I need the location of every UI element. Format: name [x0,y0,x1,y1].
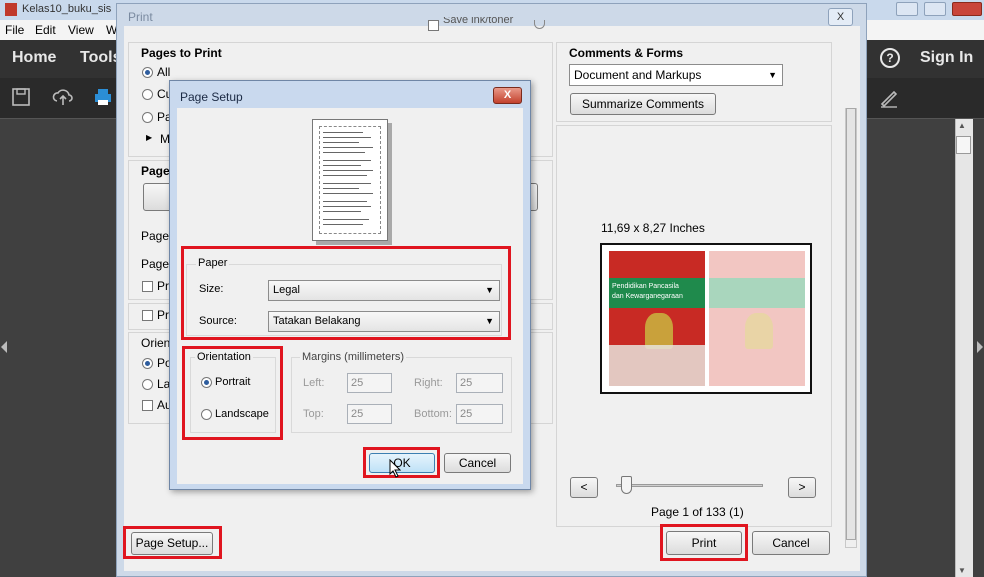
menu-view[interactable]: View [68,23,94,37]
print-dialog-title: Print [128,10,153,24]
pages-to-print-title: Pages to Print [141,46,222,60]
margin-top-value: 25 [351,408,364,420]
print-landscape-radio[interactable] [142,379,153,390]
pen-icon[interactable] [878,86,900,108]
margin-bottom-input[interactable]: 25 [456,404,503,424]
garuda-emblem-icon [645,313,673,349]
margins-legend: Margins (millimeters) [300,351,407,363]
document-scroll-thumb[interactable] [956,136,971,154]
comments-forms-title: Comments & Forms [569,46,684,60]
save-toner-label: Save ink/toner [443,17,514,26]
page-setup-title: Page Setup [180,90,243,104]
print-cancel-label: Cancel [772,536,810,550]
comments-forms-select[interactable]: Document and Markups ▼ [569,64,783,86]
print-close-button[interactable]: X [828,8,853,26]
orientation-highlight [182,346,283,440]
margin-bottom-label: Bottom: [414,408,452,420]
margin-right-value: 25 [460,377,473,389]
preview-slider-thumb[interactable] [621,476,632,494]
collapse-right-icon[interactable] [976,340,984,354]
ok-highlight [363,447,440,478]
preview-cover-photo [609,345,705,386]
margin-left-value: 25 [351,377,364,389]
document-scrollbar[interactable] [955,119,973,577]
printer-icon[interactable] [92,86,114,108]
nav-sign-in[interactable]: Sign In [920,49,973,67]
preview-prev-button[interactable]: < [570,477,598,498]
dropdown-arrow-icon: ▼ [768,70,777,80]
expand-triangle-icon[interactable]: ▶ [146,133,152,142]
paper-preview [312,119,388,241]
mouse-pointer-icon [389,459,401,478]
preview-size-label: 11,69 x 8,27 Inches [601,221,705,235]
preview-book-title-2: dan Kewarganegaraan [612,293,683,300]
print-button-highlight [660,524,748,561]
ps-cancel-button[interactable]: Cancel [444,453,511,473]
collapse-left-icon[interactable] [0,340,8,354]
margin-bottom-value: 25 [460,408,473,420]
paper-highlight [181,246,511,340]
app-minimize-button[interactable] [896,2,918,16]
save-toner-checkbox[interactable] [428,20,439,31]
summarize-comments-button[interactable]: Summarize Comments [570,93,716,115]
pages-all-radio[interactable] [142,67,153,78]
app-restore-button[interactable] [924,2,946,16]
margin-right-input[interactable]: 25 [456,373,503,393]
preview-page-indicator: Page 1 of 133 (1) [651,505,744,519]
preview-next-button[interactable]: > [788,477,816,498]
help-icon[interactable]: ? [880,48,900,68]
pdf-file-icon [5,3,17,16]
app-close-button[interactable] [952,2,982,16]
upload-cloud-icon[interactable] [52,86,74,108]
preview-faded-band [709,278,805,308]
margin-right-label: Right: [414,377,443,389]
margin-left-label: Left: [303,377,325,389]
summarize-comments-label: Summarize Comments [581,97,705,111]
nav-home[interactable]: Home [12,49,56,67]
page-order-label: Page [141,257,170,271]
margin-top-label: Top: [303,408,324,420]
close-icon: X [503,89,512,101]
print-portrait-radio[interactable] [142,358,153,369]
chevron-right-icon: > [798,480,806,494]
ps-cancel-label: Cancel [458,456,497,470]
page-sizing-title: Page [141,164,170,178]
pages-current-radio[interactable] [142,89,153,100]
scroll-up-icon[interactable]: ▲ [958,121,966,130]
menu-file[interactable]: File [5,23,24,37]
close-icon: X [836,11,845,23]
auto-rotate-checkbox[interactable] [142,400,153,411]
menu-edit[interactable]: Edit [35,23,56,37]
preview-book-title-1: Pendidikan Pancasila [612,283,679,290]
print-page-border-checkbox[interactable] [142,281,153,292]
margin-top-input[interactable]: 25 [347,404,392,424]
print-both-sides-checkbox[interactable] [142,310,153,321]
comments-forms-value: Document and Markups [574,68,702,82]
page-setup-highlight [123,526,222,559]
app-window-title: Kelas10_buku_sis [22,3,112,15]
save-icon[interactable] [10,86,32,108]
pages-range-radio[interactable] [142,112,153,123]
margin-left-input[interactable]: 25 [347,373,392,393]
preview-slider-track[interactable] [616,484,763,487]
chevron-left-icon: < [580,480,588,494]
print-orientation-title: Orien [141,336,171,350]
print-dialog-scroll-thumb[interactable] [846,108,856,540]
page-setup-close-button[interactable]: X [493,87,522,104]
pages-all-label: All [157,65,171,79]
print-cancel-button[interactable]: Cancel [752,531,830,555]
scroll-down-icon[interactable]: ▼ [958,566,966,575]
garuda-faded-icon [745,313,773,349]
